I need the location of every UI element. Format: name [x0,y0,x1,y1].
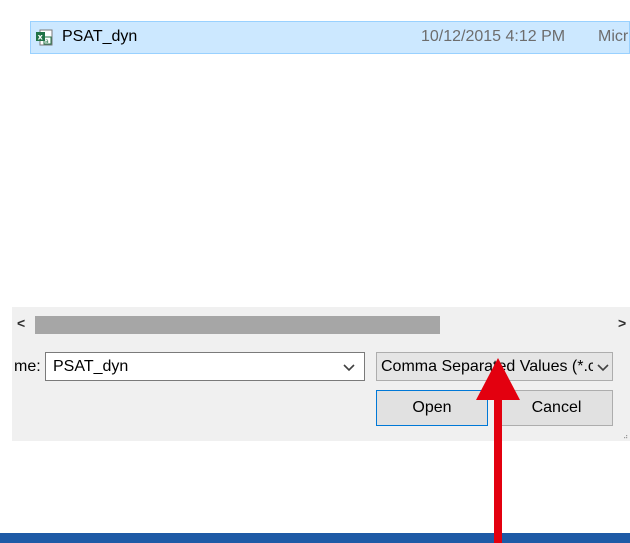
scroll-right-arrow-icon[interactable]: > [618,314,626,332]
file-date-cell: 10/12/2015 4:12 PM [421,28,566,45]
file-type-cell: Micr [598,28,629,45]
scrollbar-thumb[interactable] [35,316,440,334]
open-button[interactable]: Open [376,390,488,426]
excel-csv-icon: a x [36,29,53,46]
chevron-down-icon[interactable] [341,357,357,377]
taskbar [0,533,630,543]
file-name-input[interactable]: PSAT_dyn [53,357,128,377]
file-name-label: me: [14,358,41,375]
scroll-left-arrow-icon[interactable]: < [17,314,25,332]
svg-text:x: x [38,33,44,42]
resize-grip-icon[interactable] [621,432,628,439]
chevron-down-icon[interactable] [595,357,611,377]
red-arrow-pointer-icon [476,358,520,543]
file-name-cell[interactable]: PSAT_dyn [62,27,137,47]
svg-text:a: a [45,38,49,45]
